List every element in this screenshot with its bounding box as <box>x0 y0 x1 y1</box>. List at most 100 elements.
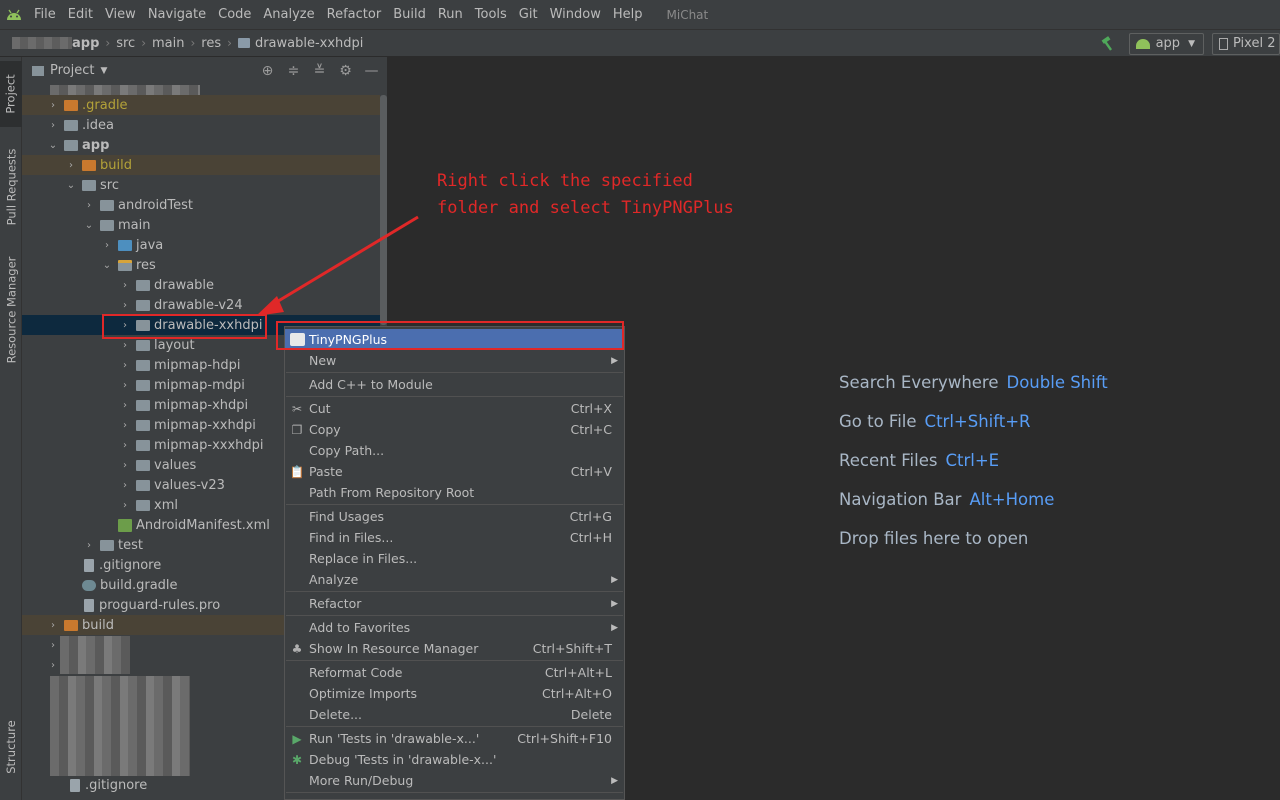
menu-item-paste[interactable]: 📋 Paste Ctrl+V <box>285 461 624 482</box>
menu-item-replace-in-files[interactable]: Replace in Files... <box>285 548 624 569</box>
breadcrumb-item[interactable]: app <box>72 36 99 51</box>
menu-item-analyze[interactable]: Analyze ▶ <box>285 569 624 590</box>
menu-file[interactable]: File <box>28 0 62 29</box>
redacted-path <box>12 37 72 49</box>
navigation-bar: app › src › main › res › drawable-xxhdpi… <box>0 29 1280 57</box>
menu-item-more-run-debug[interactable]: More Run/Debug ▶ <box>285 770 624 791</box>
menu-item-copy[interactable]: ❐ Copy Ctrl+C <box>285 419 624 440</box>
device-dropdown[interactable]: Pixel 2 <box>1212 32 1280 55</box>
tab-project[interactable]: Project <box>0 61 22 127</box>
breadcrumb-item[interactable]: main <box>152 36 184 51</box>
folder-icon <box>64 119 78 131</box>
resource-manager-icon: ♣ <box>291 641 303 656</box>
tab-resource-manager[interactable]: Resource Manager <box>0 245 22 375</box>
highlight-box-folder <box>102 314 267 339</box>
breadcrumb-item[interactable]: res <box>201 36 221 51</box>
menu-item-shortcut: Ctrl+Alt+L <box>544 665 612 680</box>
menu-item-label: Delete... <box>309 707 362 722</box>
tree-item-idea[interactable]: › .idea <box>22 115 380 135</box>
folder-icon <box>136 299 150 311</box>
tree-item-label: values <box>154 457 197 473</box>
menu-navigate[interactable]: Navigate <box>142 0 212 29</box>
run-configuration-dropdown[interactable]: app ▼ <box>1128 32 1204 55</box>
tree-item-res[interactable]: ⌄ res <box>22 255 380 275</box>
tab-structure[interactable]: Structure <box>0 707 22 787</box>
menu-edit[interactable]: Edit <box>62 0 99 29</box>
menu-analyze[interactable]: Analyze <box>257 0 320 29</box>
menu-item-run-tests[interactable]: ▶ Run 'Tests in 'drawable-x...' Ctrl+Shi… <box>285 728 624 749</box>
tree-item-label: mipmap-xhdpi <box>154 397 249 413</box>
menu-item-reformat-code[interactable]: Reformat Code Ctrl+Alt+L <box>285 662 624 683</box>
tree-item-label: mipmap-mdpi <box>154 377 245 393</box>
menu-run[interactable]: Run <box>432 0 469 29</box>
tree-item-build[interactable]: › build <box>22 155 380 175</box>
tree-item-java[interactable]: › java <box>22 235 380 255</box>
menu-item-delete[interactable]: Delete... Delete <box>285 704 624 725</box>
menu-item-add-to-favorites[interactable]: Add to Favorites ▶ <box>285 617 624 638</box>
breadcrumb-item[interactable]: drawable-xxhdpi <box>255 36 363 51</box>
menu-item-find-in-files[interactable]: Find in Files... Ctrl+H <box>285 527 624 548</box>
menu-item-new[interactable]: New ▶ <box>285 350 624 371</box>
menu-git[interactable]: Git <box>513 0 544 29</box>
tree-scrollbar[interactable] <box>380 95 387 325</box>
menu-item-label: Reformat Code <box>309 665 403 680</box>
menu-build[interactable]: Build <box>387 0 432 29</box>
menu-item-shortcut: Ctrl+Shift+F10 <box>517 731 612 746</box>
menu-refactor[interactable]: Refactor <box>321 0 388 29</box>
menu-item-copy-path[interactable]: Copy Path... <box>285 440 624 461</box>
scissors-icon: ✂ <box>291 401 303 416</box>
clipboard-icon: 📋 <box>289 464 305 479</box>
tree-item-gradle[interactable]: › .gradle <box>22 95 380 115</box>
chevron-right-icon: › <box>190 36 196 50</box>
menu-item-label: Cut <box>309 401 331 416</box>
menu-item-refactor[interactable]: Refactor ▶ <box>285 593 624 614</box>
tree-item-label: test <box>118 537 143 553</box>
minimize-icon[interactable]: — <box>364 63 379 79</box>
folder-icon <box>237 38 250 48</box>
expand-all-icon[interactable]: ≑ <box>286 63 301 79</box>
menu-separator <box>286 792 623 793</box>
menu-separator <box>286 660 623 661</box>
submenu-arrow-icon: ▶ <box>611 574 618 585</box>
menu-window[interactable]: Window <box>544 0 607 29</box>
project-view-icon <box>32 65 44 76</box>
gear-icon[interactable]: ⚙ <box>338 63 353 79</box>
menu-item-cut[interactable]: ✂ Cut Ctrl+X <box>285 398 624 419</box>
tree-item-label: .idea <box>82 117 114 133</box>
menu-item-debug-tests[interactable]: ✱ Debug 'Tests in 'drawable-x...' <box>285 749 624 770</box>
redacted-items <box>60 636 130 674</box>
tree-item-drawable[interactable]: › drawable <box>22 275 380 295</box>
tree-item-label: mipmap-xxxhdpi <box>154 437 264 453</box>
main-menu-bar: File Edit View Navigate Code Analyze Ref… <box>0 0 1280 29</box>
menu-item-optimize-imports[interactable]: Optimize Imports Ctrl+Alt+O <box>285 683 624 704</box>
collapse-all-icon[interactable]: ≚ <box>312 63 327 79</box>
menu-code[interactable]: Code <box>212 0 257 29</box>
tree-item-src[interactable]: ⌄ src <box>22 175 380 195</box>
menu-tools[interactable]: Tools <box>469 0 513 29</box>
menu-item-find-usages[interactable]: Find Usages Ctrl+G <box>285 506 624 527</box>
chevron-right-icon: › <box>87 539 91 551</box>
tree-item-label: main <box>118 217 151 233</box>
breadcrumb-item[interactable]: src <box>116 36 135 51</box>
menu-help[interactable]: Help <box>607 0 649 29</box>
locate-icon[interactable]: ⊕ <box>260 63 275 79</box>
tab-pull-requests[interactable]: Pull Requests <box>0 137 22 237</box>
folder-icon <box>82 159 96 171</box>
menu-item-add-cpp[interactable]: Add C++ to Module <box>285 374 624 395</box>
annotation-line-2: folder and select TinyPNGPlus <box>437 198 734 218</box>
tree-item-app[interactable]: ⌄ app <box>22 135 380 155</box>
tree-item-drawable-v24[interactable]: › drawable-v24 <box>22 295 380 315</box>
tree-item-androidtest[interactable]: › androidTest <box>22 195 380 215</box>
menu-item-path-from-repo-root[interactable]: Path From Repository Root <box>285 482 624 503</box>
manifest-file-icon <box>118 518 132 532</box>
folder-icon <box>64 619 78 631</box>
project-view-selector[interactable]: Project ▼ <box>32 63 107 78</box>
menu-view[interactable]: View <box>99 0 142 29</box>
chevron-right-icon: › <box>123 399 127 411</box>
tree-item-main[interactable]: ⌄ main <box>22 215 380 235</box>
menu-item-show-in-resource-manager[interactable]: ♣ Show In Resource Manager Ctrl+Shift+T <box>285 638 624 659</box>
build-hammer-icon[interactable] <box>1097 33 1119 55</box>
menu-item-label: Optimize Imports <box>309 686 418 701</box>
chevron-right-icon: › <box>51 659 55 671</box>
submenu-arrow-icon: ▶ <box>611 775 618 786</box>
